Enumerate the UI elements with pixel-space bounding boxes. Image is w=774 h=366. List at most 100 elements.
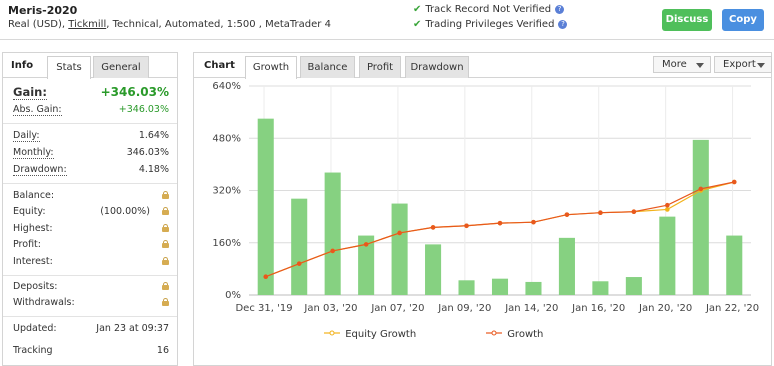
account-header: Meris-2020 Real (USD), Tickmill, Technic…: [0, 0, 774, 40]
lock-icon: [162, 224, 169, 232]
y-tick-label: 160%: [212, 238, 241, 249]
y-tick-label: 0%: [225, 290, 241, 301]
track-record-status: ✔ Track Record Not Verified?: [413, 4, 565, 15]
series-point: [363, 242, 369, 247]
info-heading: Info: [11, 60, 34, 71]
legend-growth-marker: [486, 330, 502, 336]
abs-gain-row: Abs. Gain: +346.03%: [13, 104, 169, 118]
equity-row: Equity: (100.00%): [13, 206, 169, 220]
tab-stats[interactable]: Stats: [47, 56, 91, 79]
account-type: Real (USD),: [8, 19, 66, 30]
equity-value: (100.00%): [100, 206, 150, 217]
interest-label: Interest:: [13, 256, 53, 267]
updated-value: Jan 23 at 09:37: [96, 323, 169, 334]
profit-lock: [162, 239, 169, 250]
tracking-value: 16: [156, 345, 169, 356]
divider: [3, 123, 177, 124]
series-point: [430, 225, 436, 230]
lock-icon: [162, 191, 169, 199]
x-tick-label: Jan 07, '20: [370, 303, 424, 314]
lock-icon: [162, 207, 169, 215]
drawdown-value: 4.18%: [138, 164, 169, 175]
interest-lock: [162, 256, 169, 267]
growth-chart: 0% 160% 320% 480% 640% Dec 31, '19 Jan 03, '20…: [212, 81, 759, 314]
series-point: [698, 186, 704, 192]
lock-icon: [162, 257, 169, 265]
profit-row: Profit:: [13, 239, 169, 253]
gain-row: Gain: +346.03%: [13, 85, 169, 100]
series-point: [731, 179, 737, 185]
help-icon[interactable]: ?: [558, 20, 568, 29]
y-tick-label: 640%: [212, 81, 241, 92]
legend-equity-marker: [324, 330, 340, 336]
updated-label: Updated:: [13, 323, 57, 334]
legend-equity-growth[interactable]: Equity Growth: [324, 328, 416, 340]
lock-icon: [162, 240, 169, 248]
deposits-row: Deposits:: [13, 281, 169, 295]
chart-bar: [257, 118, 274, 295]
chart-bar: [625, 277, 642, 295]
legend-growth[interactable]: Growth: [486, 328, 543, 340]
chart-bar: [659, 216, 676, 295]
interest-row: Interest:: [13, 256, 169, 270]
profit-label: Profit:: [13, 239, 41, 250]
x-tick-label: Jan 03, '20: [303, 303, 357, 314]
legend-growth-label: Growth: [507, 329, 544, 340]
divider: [3, 183, 177, 184]
chart-bar: [692, 139, 709, 295]
series-point: [263, 274, 269, 280]
balance-row: Balance:: [13, 190, 169, 204]
equity-value-wrap: (100.00%): [100, 206, 169, 217]
account-title: Meris-2020: [8, 4, 78, 17]
tracking-label: Tracking: [13, 345, 53, 356]
withdrawals-row: Withdrawals:: [13, 297, 169, 311]
x-tick-label: Jan 20, '20: [638, 303, 692, 314]
balance-label: Balance:: [13, 190, 55, 201]
updated-row: Updated: Jan 23 at 09:37: [13, 323, 169, 337]
abs-gain-label: Abs. Gain:: [13, 104, 62, 116]
deposits-lock: [162, 281, 169, 292]
chart-bar: [324, 172, 341, 295]
series-point: [598, 210, 603, 216]
chart-bar: [592, 281, 609, 295]
deposits-label: Deposits:: [13, 281, 58, 292]
series-point: [464, 223, 469, 229]
trading-privileges-status: ✔ Trading Privileges Verified?: [413, 19, 568, 30]
tab-general[interactable]: General: [93, 56, 149, 78]
series-point: [497, 220, 503, 226]
info-panel: Info Stats General Gain: +346.03% Abs. G…: [2, 52, 178, 366]
series-point: [564, 212, 570, 217]
chart-bar: [458, 280, 475, 295]
series-point: [397, 230, 402, 236]
broker-link[interactable]: Tickmill: [68, 19, 106, 30]
lock-icon: [162, 298, 169, 306]
gain-value: +346.03%: [100, 85, 169, 99]
trading-privileges-label: Trading Privileges Verified: [425, 19, 555, 30]
series-point: [665, 202, 670, 208]
x-tick-label: Jan 09, '20: [437, 303, 491, 314]
check-icon: ✔: [413, 4, 422, 15]
copy-button[interactable]: Copy: [722, 9, 764, 31]
series-point: [631, 209, 637, 215]
chart-bar: [291, 198, 308, 295]
abs-gain-value: +346.03%: [118, 104, 169, 115]
balance-lock: [162, 190, 169, 201]
chart-bar: [726, 235, 743, 295]
y-tick-label: 480%: [212, 133, 241, 144]
chart-panel: Chart Growth Balance Profit Drawdown Mor…: [193, 52, 772, 366]
check-icon: ✔: [413, 19, 422, 30]
legend-equity-label: Equity Growth: [345, 329, 417, 340]
x-tick-label: Jan 14, '20: [504, 303, 558, 314]
series-point: [296, 261, 302, 266]
daily-label: Daily:: [13, 130, 40, 142]
monthly-row: Monthly: 346.03%: [13, 147, 169, 161]
info-tabs: Info Stats General: [3, 53, 177, 79]
discuss-button[interactable]: Discuss: [662, 9, 712, 31]
y-tick-label: 320%: [212, 186, 241, 197]
daily-row: Daily: 1.64%: [13, 130, 169, 144]
help-icon[interactable]: ?: [555, 5, 565, 14]
gain-label: Gain:: [13, 85, 47, 100]
chart-bar: [391, 203, 408, 295]
chart-bar: [425, 244, 442, 295]
lock-icon: [162, 282, 169, 290]
